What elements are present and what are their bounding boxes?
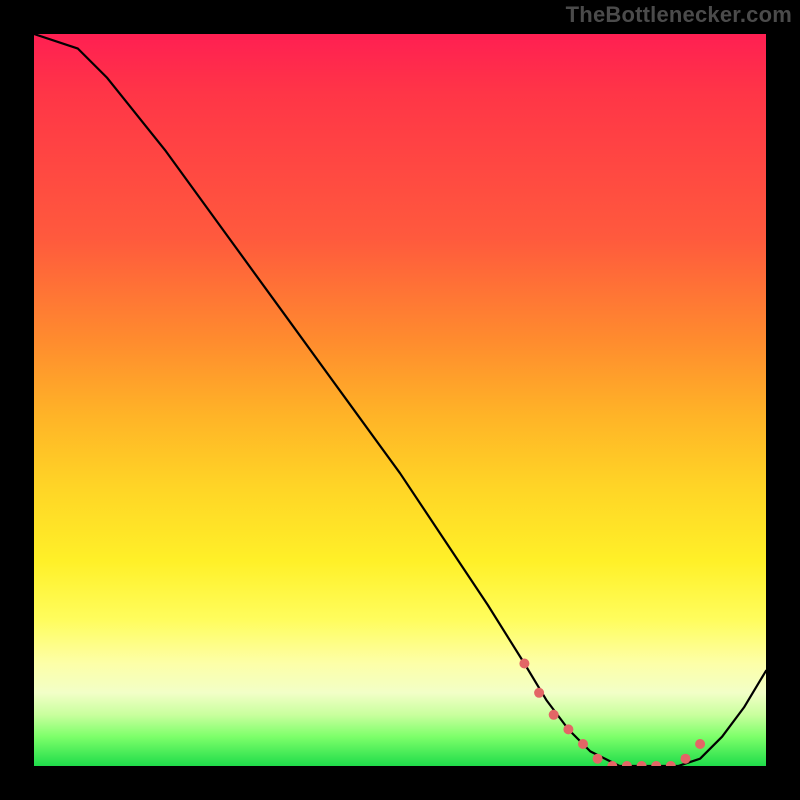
watermark-text: TheBottlenecker.com: [566, 2, 792, 28]
marker-dot: [534, 688, 544, 698]
marker-dot: [651, 761, 661, 766]
marker-dot: [637, 761, 647, 766]
marker-dot: [666, 761, 676, 766]
marker-dot: [622, 761, 632, 766]
curve-markers: [519, 659, 705, 767]
marker-dot: [593, 754, 603, 764]
marker-dot: [695, 739, 705, 749]
marker-dot: [578, 739, 588, 749]
marker-dot: [681, 754, 691, 764]
plot-area: [34, 34, 766, 766]
bottleneck-curve: [34, 34, 766, 766]
curve-line: [34, 34, 766, 766]
marker-dot: [549, 710, 559, 720]
marker-dot: [563, 724, 573, 734]
marker-dot: [519, 659, 529, 669]
chart-frame: TheBottlenecker.com: [0, 0, 800, 800]
